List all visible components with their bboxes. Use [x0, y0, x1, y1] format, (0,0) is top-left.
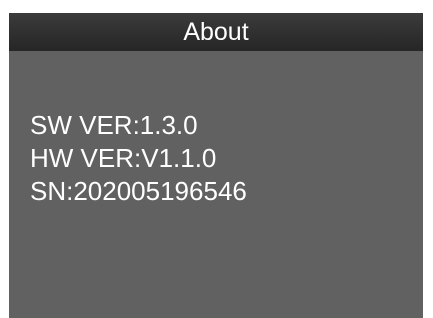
about-screen: About SW VER:1.3.0 HW VER:V1.1.0 SN:2020…	[9, 13, 423, 318]
device-info: SW VER:1.3.0 HW VER:V1.1.0 SN:2020051965…	[30, 109, 247, 208]
software-version: SW VER:1.3.0	[30, 110, 198, 140]
serial-number: SN:202005196546	[30, 176, 247, 206]
title-bar: About	[9, 13, 423, 51]
hardware-version: HW VER:V1.1.0	[30, 143, 217, 173]
page-title: About	[183, 17, 249, 46]
